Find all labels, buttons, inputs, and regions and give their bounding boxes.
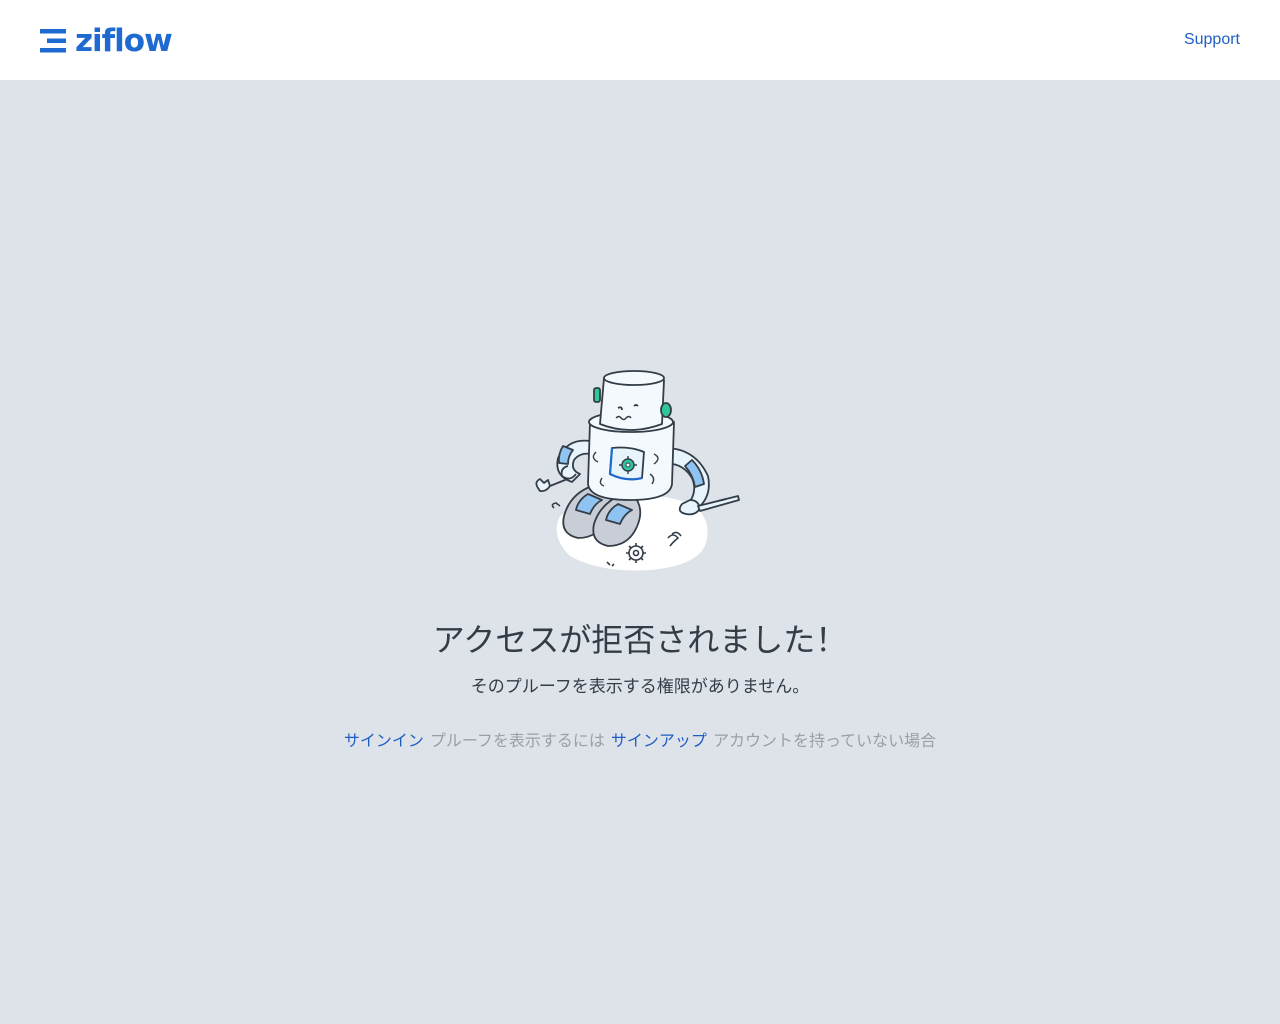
page-title: アクセスが拒否されました！ (432, 621, 848, 659)
sign-up-suffix: アカウントを持っていない場合 (712, 731, 937, 750)
robot-repair-illustration (535, 370, 740, 571)
ziflow-logo-icon (40, 29, 66, 53)
support-link[interactable]: Support (1184, 30, 1240, 50)
logo-wordmark: ziflow (75, 23, 173, 59)
top-header: ziflow Support (0, 0, 1280, 80)
auth-links: サインイン プルーフを表示するには サインアップ アカウントを持っていない場合 (0, 729, 1280, 753)
sign-up-link[interactable]: サインアップ (611, 731, 707, 750)
sign-in-suffix: プルーフを表示するには (429, 731, 605, 750)
sign-in-link[interactable]: サインイン (344, 731, 424, 750)
ziflow-logo[interactable]: ziflow (40, 23, 173, 59)
page-subtitle: そのプルーフを表示する権限がありません。 (470, 677, 810, 697)
